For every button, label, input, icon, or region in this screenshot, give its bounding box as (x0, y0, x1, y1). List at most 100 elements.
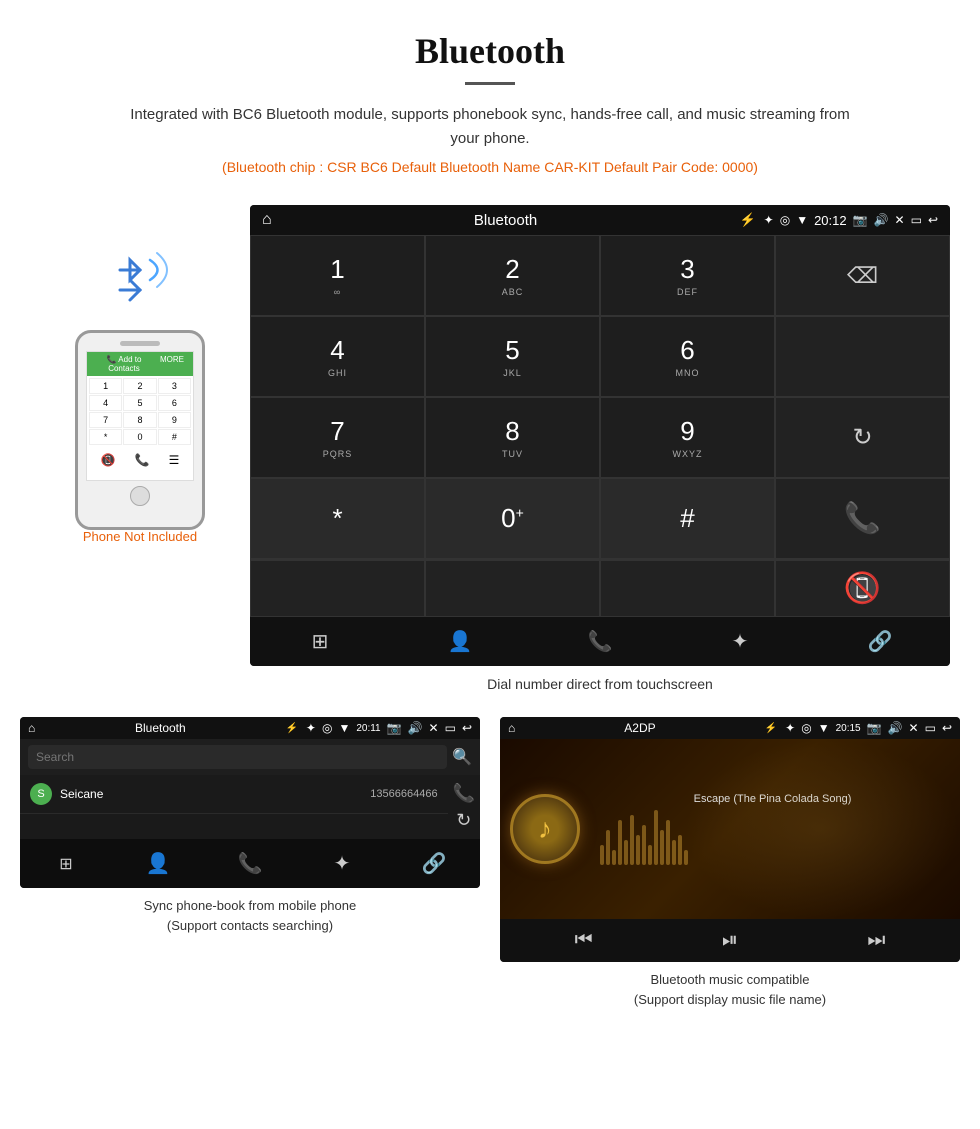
back-icon-music[interactable]: ↩ (942, 721, 952, 735)
side-refresh-icon[interactable]: ↻ (453, 810, 475, 831)
back-icon-pb[interactable]: ↩ (462, 721, 472, 735)
key-1[interactable]: 1∞ (250, 235, 425, 316)
page-header: Bluetooth Integrated with BC6 Bluetooth … (0, 0, 980, 205)
key-empty-bot (250, 560, 425, 617)
minimize-icon[interactable]: ▭ (911, 213, 922, 227)
phone-side: 📞 Add to Contacts MORE 123 456 789 *0# 📵… (30, 205, 250, 544)
pb-dialpad-icon[interactable]: ⊞ (41, 851, 91, 876)
pb-time: 20:11 (356, 723, 380, 734)
album-art: ♪ (510, 794, 580, 864)
music-screen-wrap: ⌂ A2DP ⚡ ✦ ◎ ▼ 20:15 📷 🔊 ✕ ▭ ↩ (500, 717, 960, 1017)
home-icon-pb[interactable]: ⌂ (28, 721, 35, 735)
close-icon-pb[interactable]: ✕ (429, 721, 439, 735)
phone-mockup: 📞 Add to Contacts MORE 123 456 789 *0# 📵… (75, 330, 205, 530)
key-6[interactable]: 6MNO (600, 316, 775, 397)
phonebook-list: S Seicane 13566664466 (20, 775, 448, 839)
music-caption: Bluetooth music compatible (Support disp… (500, 962, 960, 1017)
bottom-screens: ⌂ Bluetooth ⚡ ✦ ◎ ▼ 20:11 📷 🔊 ✕ ▭ ↩ (0, 717, 980, 1017)
bluetooth-nav-icon[interactable]: ✦ (715, 629, 765, 654)
key-2[interactable]: 2ABC (425, 235, 600, 316)
bluetooth-waves-icon (95, 245, 185, 315)
dialpad-bottom-bar: ⊞ 👤 📞 ✦ 🔗 (250, 617, 950, 666)
contact-phone: 13566664466 (370, 788, 437, 800)
key-9[interactable]: 9WXYZ (600, 397, 775, 478)
phone-screen: 📞 Add to Contacts MORE 123 456 789 *0# 📵… (86, 351, 194, 481)
close-icon[interactable]: ✕ (895, 213, 905, 227)
music-time: 20:15 (836, 723, 861, 734)
music-controls: ⏮ ⏯ ⏭ (500, 919, 960, 962)
phone-speaker (120, 341, 160, 346)
camera-icon: 📷 (853, 213, 868, 227)
key-empty-r2 (775, 316, 950, 397)
pb-bottom-bar: ⊞ 👤 📞 ✦ 🔗 (20, 839, 480, 888)
car-screen: ⌂ Bluetooth ⚡ ✦ ◎ ▼ 20:12 📷 🔊 ✕ ▭ ↩ (250, 205, 950, 666)
pb-status-icons: ✦ ◎ ▼ 20:11 📷 🔊 ✕ ▭ ↩ (306, 721, 472, 735)
pb-link-icon[interactable]: 🔗 (409, 851, 459, 876)
side-phone-icon[interactable]: 📞 (453, 783, 475, 804)
gps-icon-music: ◎ (801, 721, 811, 735)
key-4[interactable]: 4GHI (250, 316, 425, 397)
contacts-icon[interactable]: 👤 (435, 629, 485, 654)
music-status-bar: ⌂ A2DP ⚡ ✦ ◎ ▼ 20:15 📷 🔊 ✕ ▭ ↩ (500, 717, 960, 739)
min-icon-pb[interactable]: ▭ (445, 721, 456, 735)
close-icon-music[interactable]: ✕ (909, 721, 919, 735)
key-call-green[interactable]: 📞 (775, 478, 950, 559)
dialpad-grid-icon[interactable]: ⊞ (295, 629, 345, 654)
bt-icon-music: ✦ (785, 721, 795, 735)
min-icon-music[interactable]: ▭ (925, 721, 936, 735)
status-time: 20:12 (814, 213, 847, 228)
pb-contacts-icon[interactable]: 👤 (133, 851, 183, 876)
key-3[interactable]: 3DEF (600, 235, 775, 316)
vol-icon-music: 🔊 (888, 721, 903, 735)
play-pause-btn[interactable]: ⏯ (722, 929, 738, 952)
phone-icon[interactable]: 📞 (575, 629, 625, 654)
prev-btn[interactable]: ⏮ (575, 929, 593, 952)
phonebook-side-icons: 📞 ↻ (448, 775, 480, 839)
description-text: Integrated with BC6 Bluetooth module, su… (115, 103, 865, 151)
cam-icon-pb: 📷 (387, 721, 402, 735)
key-5[interactable]: 5JKL (425, 316, 600, 397)
status-icons: ✦ ◎ ▼ 20:12 📷 🔊 ✕ ▭ ↩ (764, 213, 938, 228)
signal-icon: ▼ (796, 213, 808, 227)
music-screen: ⌂ A2DP ⚡ ✦ ◎ ▼ 20:15 📷 🔊 ✕ ▭ ↩ (500, 717, 960, 962)
contact-row[interactable]: S Seicane 13566664466 (20, 775, 448, 814)
phonebook-screen: ⌂ Bluetooth ⚡ ✦ ◎ ▼ 20:11 📷 🔊 ✕ ▭ ↩ (20, 717, 480, 888)
key-7[interactable]: 7PQRS (250, 397, 425, 478)
main-section: 📞 Add to Contacts MORE 123 456 789 *0# 📵… (0, 205, 980, 707)
contact-name: Seicane (60, 787, 362, 801)
signal-icon-music: ▼ (818, 721, 830, 735)
screen-title: Bluetooth (280, 212, 732, 229)
phonebook-screen-title: Bluetooth (43, 721, 277, 735)
home-icon[interactable]: ⌂ (262, 211, 272, 229)
link-icon[interactable]: 🔗 (855, 629, 905, 654)
key-8[interactable]: 8TUV (425, 397, 600, 478)
back-icon[interactable]: ↩ (928, 213, 938, 227)
search-icon[interactable]: 🔍 (452, 747, 472, 767)
key-hash[interactable]: # (600, 478, 775, 559)
key-refresh[interactable]: ↻ (775, 397, 950, 478)
usb-icon-music: ⚡ (765, 723, 777, 734)
home-icon-music[interactable]: ⌂ (508, 721, 515, 735)
big-screen-caption: Dial number direct from touchscreen (250, 666, 950, 707)
title-divider (465, 82, 515, 85)
music-note-icon: ♪ (538, 813, 552, 845)
pb-phone-icon[interactable]: 📞 (225, 851, 275, 876)
page-title: Bluetooth (20, 30, 960, 72)
phonebook-search: 🔍 (20, 739, 480, 775)
gps-icon-pb: ◎ (322, 721, 332, 735)
big-screen-wrap: ⌂ Bluetooth ⚡ ✦ ◎ ▼ 20:12 📷 🔊 ✕ ▭ ↩ (250, 205, 950, 707)
volume-icon: 🔊 (874, 213, 889, 227)
key-backspace[interactable]: ⌫ (775, 235, 950, 316)
key-star[interactable]: * (250, 478, 425, 559)
next-btn[interactable]: ⏭ (867, 929, 885, 952)
signal-icon-pb: ▼ (338, 721, 350, 735)
search-input[interactable] (28, 745, 447, 769)
key-call-red[interactable]: 📵 (775, 560, 950, 617)
music-bg-decoration (684, 739, 960, 919)
phone-not-included-label: Phone Not Included (30, 529, 250, 544)
dialpad-grid: 1∞ 2ABC 3DEF ⌫ 4GHI 5JKL (250, 235, 950, 559)
key-empty-bot2 (425, 560, 600, 617)
key-0[interactable]: 0+ (425, 478, 600, 559)
pb-bluetooth-icon[interactable]: ✦ (317, 851, 367, 876)
music-status-icons: ✦ ◎ ▼ 20:15 📷 🔊 ✕ ▭ ↩ (785, 721, 952, 735)
